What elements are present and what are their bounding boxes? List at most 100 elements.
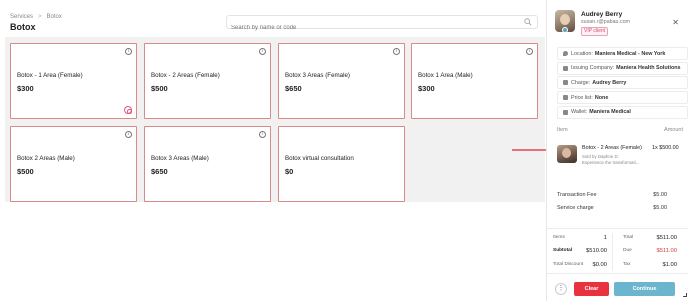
wallet-icon bbox=[563, 109, 568, 115]
search-input[interactable] bbox=[227, 22, 517, 34]
items-header: Item Amount bbox=[557, 127, 683, 133]
service-card[interactable]: Botox virtual consultation $0 bbox=[278, 126, 405, 202]
search-box[interactable] bbox=[226, 15, 538, 34]
continue-button[interactable]: Continue bbox=[614, 282, 675, 296]
detail-price-list[interactable]: Price list: None bbox=[557, 91, 688, 105]
total-label: Total bbox=[623, 235, 634, 240]
detail-label: Location: bbox=[571, 50, 593, 57]
info-icon[interactable]: i bbox=[259, 131, 266, 138]
service-card[interactable]: i Botox 2 Areas (Male) $500 bbox=[10, 126, 137, 202]
service-price: $0 bbox=[285, 167, 294, 176]
service-price: $300 bbox=[17, 84, 34, 93]
amount-column-label: Amount bbox=[664, 127, 683, 133]
breadcrumb-current: Botox bbox=[46, 14, 62, 20]
subtotal-value: $510.00 bbox=[586, 248, 607, 254]
service-title: Botox - 1 Area (Female) bbox=[17, 72, 83, 79]
discount-label: Total Discount bbox=[553, 262, 584, 267]
items-count-value: 1 bbox=[603, 235, 607, 241]
detail-issuing-company[interactable]: Issuing Company: Maniera Health Solutions bbox=[557, 61, 688, 75]
detail-location[interactable]: Location: Maniera Medical - New York bbox=[557, 47, 688, 60]
cart-line-item[interactable]: Botox - 2 Areas (Female) 1x $500.00 Sold… bbox=[557, 143, 687, 173]
checkout-footer: ⋮ Clear Continue bbox=[547, 280, 688, 300]
detail-value: Maniera Medical bbox=[589, 109, 631, 116]
discount-value: $0.00 bbox=[592, 262, 607, 268]
item-thumbnail bbox=[557, 145, 577, 163]
breadcrumb: Services > Botox bbox=[10, 14, 62, 20]
price-list-icon bbox=[563, 95, 568, 101]
client-email: susan.r@pabau.com bbox=[581, 19, 630, 25]
search-icon[interactable] bbox=[524, 18, 532, 26]
service-price: $300 bbox=[418, 84, 435, 93]
service-card[interactable]: i Botox - 1 Area (Female) $300 bbox=[10, 43, 137, 119]
service-title: Botox 2 Areas (Male) bbox=[17, 155, 75, 162]
resize-handle-icon[interactable] bbox=[683, 293, 687, 297]
detail-label: Wallet: bbox=[571, 109, 588, 116]
tax-value: $1.00 bbox=[662, 262, 677, 268]
service-card[interactable]: i Botox 3 Areas (Male) $650 bbox=[144, 126, 271, 202]
detail-charge[interactable]: Charge: Audrey Berry bbox=[557, 76, 688, 90]
favorite-icon[interactable] bbox=[124, 106, 132, 114]
total-value: $511.00 bbox=[656, 235, 677, 241]
service-title: Botox virtual consultation bbox=[285, 155, 354, 162]
fee-value: $5.00 bbox=[653, 205, 667, 211]
breadcrumb-separator: > bbox=[38, 14, 42, 20]
client-name[interactable]: Audrey Berry bbox=[581, 11, 622, 18]
service-title: Botox 3 Areas (Female) bbox=[285, 72, 350, 79]
fee-row: Transaction Fee $5.00 bbox=[557, 192, 667, 205]
detail-value: None bbox=[594, 94, 609, 101]
card-icon bbox=[563, 80, 568, 86]
client-card: Audrey Berry susan.r@pabau.com VIP clien… bbox=[553, 8, 683, 38]
clear-button[interactable]: Clear bbox=[574, 282, 609, 296]
page-title: Botox bbox=[10, 22, 36, 32]
detail-value: Maniera Medical - New York bbox=[594, 50, 666, 57]
service-price: $500 bbox=[17, 167, 34, 176]
client-details: Location: Maniera Medical - New York Issu… bbox=[557, 47, 688, 120]
info-icon[interactable]: i bbox=[125, 131, 132, 138]
item-title: Botox - 2 Areas (Female) bbox=[582, 145, 642, 151]
tax-label: Tax bbox=[623, 262, 631, 267]
detail-value: Audrey Berry bbox=[592, 79, 627, 86]
info-icon[interactable]: i bbox=[393, 48, 400, 55]
items-count-label: Items bbox=[553, 235, 565, 240]
service-title: Botox 3 Areas (Male) bbox=[151, 155, 209, 162]
empty-area bbox=[5, 202, 545, 301]
building-icon bbox=[563, 65, 568, 71]
more-options-button[interactable]: ⋮ bbox=[555, 283, 567, 295]
vip-badge: VIP client bbox=[581, 27, 609, 36]
service-card[interactable]: i Botox - 2 Areas (Female) $500 bbox=[144, 43, 271, 119]
fee-label: Service charge bbox=[557, 205, 594, 211]
fee-label: Transaction Fee bbox=[557, 192, 597, 198]
services-grid: i Botox - 1 Area (Female) $300 i Botox -… bbox=[5, 37, 545, 202]
detail-label: Issuing Company: bbox=[571, 65, 615, 72]
info-icon[interactable]: i bbox=[259, 48, 266, 55]
service-title: Botox 1 Area (Male) bbox=[418, 72, 473, 79]
info-icon[interactable]: i bbox=[526, 48, 533, 55]
fee-value: $5.00 bbox=[653, 192, 667, 198]
service-price: $500 bbox=[151, 84, 168, 93]
breadcrumb-parent[interactable]: Services bbox=[10, 14, 33, 20]
services-header: Services > Botox Botox bbox=[0, 0, 545, 37]
detail-wallet[interactable]: Wallet: Maniera Medical bbox=[557, 105, 688, 119]
info-icon[interactable]: i bbox=[125, 48, 132, 55]
service-card[interactable]: i Botox 1 Area (Male) $300 bbox=[411, 43, 538, 119]
detail-label: Charge: bbox=[571, 79, 591, 86]
service-price: $650 bbox=[151, 167, 168, 176]
item-qty-price: 1x $500.00 bbox=[652, 145, 679, 151]
services-panel: Services > Botox Botox i Botox - 1 Area … bbox=[0, 0, 545, 301]
divider bbox=[612, 233, 613, 271]
service-title: Botox - 2 Areas (Female) bbox=[151, 72, 220, 79]
item-sold-by: Sold by Daphne D. bbox=[582, 154, 619, 159]
item-description: Experience the transformati... bbox=[582, 160, 640, 165]
fees-list: Transaction Fee $5.00 Service charge $5.… bbox=[557, 192, 667, 218]
detail-label: Price list: bbox=[571, 94, 593, 101]
service-card[interactable]: i Botox 3 Areas (Female) $650 bbox=[278, 43, 405, 119]
totals-summary: Items 1 Subtotal $510.00 Total Discount … bbox=[547, 228, 688, 274]
location-icon bbox=[563, 51, 568, 56]
service-price: $650 bbox=[285, 84, 302, 93]
subtotal-label: Subtotal bbox=[553, 248, 573, 253]
fee-row: Service charge $5.00 bbox=[557, 205, 667, 218]
close-icon[interactable]: ✕ bbox=[672, 18, 679, 27]
due-label: Due bbox=[623, 248, 632, 253]
due-value: $511.00 bbox=[656, 248, 677, 254]
detail-value: Maniera Health Solutions bbox=[616, 65, 681, 72]
